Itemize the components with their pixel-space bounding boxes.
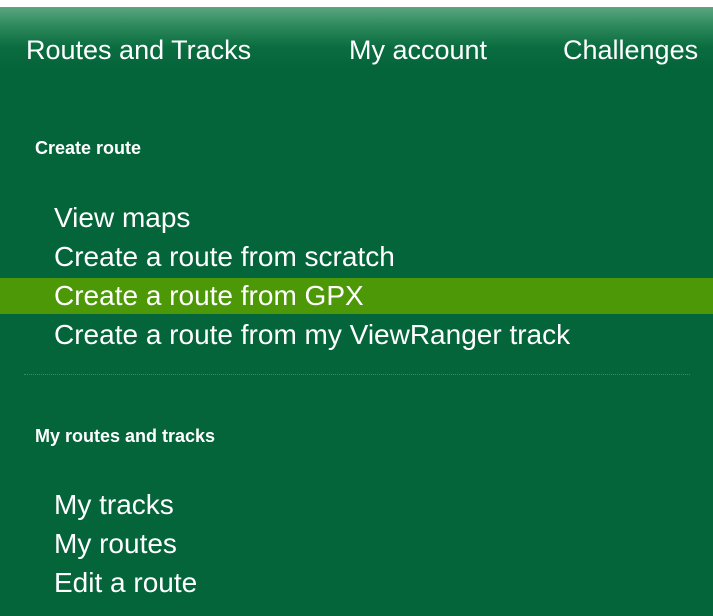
menu-item-label: Create a route from scratch: [54, 241, 395, 272]
menu-item-label: Create a route from GPX: [54, 280, 364, 311]
menu-item-create-from-gpx[interactable]: Create a route from GPX: [0, 278, 713, 314]
menu-item-label: My tracks: [54, 489, 174, 520]
menu-item-create-from-scratch[interactable]: Create a route from scratch: [0, 239, 713, 275]
menu-item-label: My routes: [54, 528, 177, 559]
section-heading-my-routes-and-tracks: My routes and tracks: [35, 426, 216, 446]
nav-routes-and-tracks[interactable]: Routes and Tracks: [26, 34, 251, 66]
section-divider: [24, 374, 690, 375]
menu-item-view-maps[interactable]: View maps: [0, 200, 713, 236]
menu-item-edit-a-route[interactable]: Edit a route: [0, 565, 713, 601]
section-heading-create-route: Create route: [35, 138, 142, 158]
navigation-panel: Routes and Tracks My account Challenges …: [0, 7, 713, 616]
menu-item-label: View maps: [54, 202, 191, 233]
nav-my-account[interactable]: My account: [349, 34, 487, 66]
menu-item-create-from-viewranger-track[interactable]: Create a route from my ViewRanger track: [0, 317, 713, 353]
menu-item-label: Create a route from my ViewRanger track: [54, 319, 571, 350]
menu-item-my-tracks[interactable]: My tracks: [0, 487, 713, 523]
menu-item-my-routes[interactable]: My routes: [0, 526, 713, 562]
menu-item-label: Edit a route: [54, 567, 198, 598]
top-navigation-bar: Routes and Tracks My account Challenges: [0, 7, 713, 93]
nav-challenges[interactable]: Challenges: [563, 34, 698, 66]
